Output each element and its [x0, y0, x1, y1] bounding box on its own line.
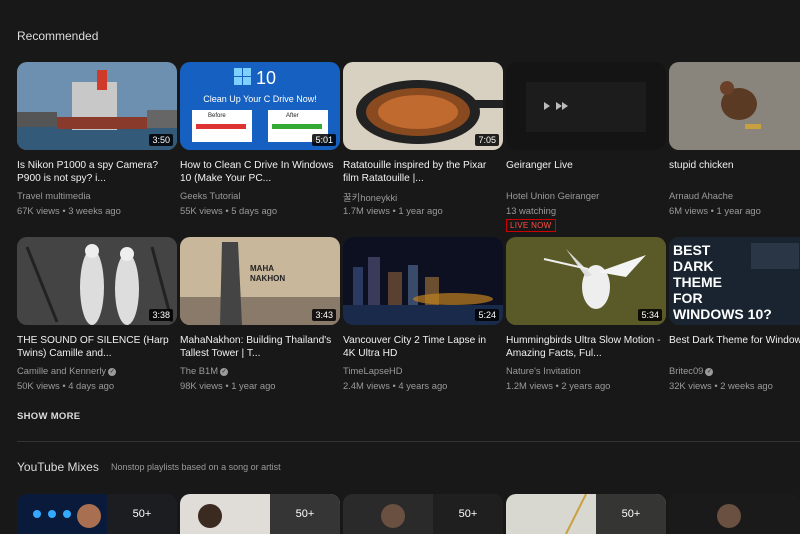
thumb-text-1: BEST	[673, 242, 711, 258]
video-thumbnail[interactable]: 5:34	[506, 237, 666, 325]
mix-card[interactable]: 50+	[180, 494, 340, 534]
video-duration: 7:05	[475, 134, 499, 146]
verified-icon: ✓	[220, 367, 229, 376]
video-duration: 5:34	[638, 309, 662, 321]
mix-card[interactable]: 50+	[17, 494, 177, 534]
video-duration: 3:38	[149, 309, 173, 321]
channel-name[interactable]: 꿀키honeykki	[343, 190, 397, 204]
video-title[interactable]: Best Dark Theme for Windows 10	[669, 334, 800, 347]
channel-name[interactable]: Camille and Kennerly ✓	[17, 365, 117, 376]
video-meta: 6M views • 1 year ago	[669, 205, 761, 216]
video-title[interactable]: Vancouver City 2 Time Lapse in 4K Ultra …	[343, 334, 501, 360]
video-thumbnail[interactable]: 3:38	[17, 237, 177, 325]
video-meta: 1.2M views • 2 years ago	[506, 380, 611, 391]
mix-card[interactable]: 50+	[343, 494, 503, 534]
video-thumbnail[interactable]	[669, 62, 800, 150]
thumb-text-before: Before	[208, 113, 226, 119]
thumb-text-1: MAHA	[250, 264, 274, 273]
video-duration: 3:43	[312, 309, 336, 321]
video-thumbnail[interactable]: 5:24	[343, 237, 503, 325]
channel-name[interactable]: Arnaud Ahache	[669, 190, 733, 201]
video-thumbnail[interactable]: 10 Clean Up Your C Drive Now! Before Aft…	[180, 62, 340, 150]
channel-name[interactable]: The B1M ✓	[180, 365, 229, 376]
video-meta: 55K views • 5 days ago	[180, 205, 278, 216]
video-thumbnail[interactable]: 3:50	[17, 62, 177, 150]
video-duration: 5:01	[312, 134, 336, 146]
video-thumbnail[interactable]: MAHA NAKHON 3:43	[180, 237, 340, 325]
video-meta: 13 watching	[506, 205, 557, 216]
video-meta: 98K views • 1 year ago	[180, 380, 276, 391]
channel-name[interactable]: Hotel Union Geiranger	[506, 190, 599, 201]
mix-card[interactable]	[669, 494, 800, 534]
thumb-text-line: Clean Up Your C Drive Now!	[203, 94, 317, 104]
channel-label: Camille and Kennerly	[17, 365, 107, 376]
video-thumbnail[interactable]: BEST DARK THEME FOR WINDOWS 10?	[669, 237, 800, 325]
video-title[interactable]: Geiranger Live	[506, 159, 664, 172]
video-title[interactable]: MahaNakhon: Building Thailand's Tallest …	[180, 334, 338, 360]
channel-name[interactable]: Britec09 ✓	[669, 365, 714, 376]
channel-name[interactable]: Travel multimedia	[17, 190, 91, 201]
video-meta: 2.4M views • 4 years ago	[343, 380, 448, 391]
video-title[interactable]: Is Nikon P1000 a spy Camera? P900 is not…	[17, 159, 175, 185]
show-more-button[interactable]: SHOW MORE	[17, 411, 80, 422]
mix-count: 50+	[433, 494, 503, 534]
video-duration: 3:50	[149, 134, 173, 146]
thumb-text-3: THEME	[673, 274, 722, 290]
video-title[interactable]: stupid chicken	[669, 159, 800, 172]
video-meta: 1.7M views • 1 year ago	[343, 205, 443, 216]
thumb-text-4: FOR	[673, 290, 703, 306]
video-title[interactable]: THE SOUND OF SILENCE (Harp Twins) Camill…	[17, 334, 175, 360]
video-title[interactable]: Hummingbirds Ultra Slow Motion - Amazing…	[506, 334, 664, 360]
mixes-heading: YouTube Mixes	[17, 460, 99, 474]
video-meta: 32K views • 2 weeks ago	[669, 380, 773, 391]
mix-count: 50+	[107, 494, 177, 534]
video-thumbnail[interactable]	[506, 62, 666, 150]
mixes-subtitle: Nonstop playlists based on a song or art…	[111, 462, 281, 472]
channel-label: The B1M	[180, 365, 219, 376]
mix-card[interactable]: 50+	[506, 494, 666, 534]
channel-name[interactable]: Nature's Invitation	[506, 365, 581, 376]
recommended-heading: Recommended	[17, 29, 99, 43]
channel-name[interactable]: TimeLapseHD	[343, 365, 403, 376]
mix-count: 50+	[596, 494, 666, 534]
video-duration: 5:24	[475, 309, 499, 321]
thumb-text-2: NAKHON	[250, 274, 285, 283]
video-title[interactable]: How to Clean C Drive In Windows 10 (Make…	[180, 159, 338, 185]
thumb-text-big: 10	[256, 68, 276, 88]
channel-label: Britec09	[669, 365, 704, 376]
video-title[interactable]: Ratatouille inspired by the Pixar film R…	[343, 159, 501, 185]
verified-icon: ✓	[705, 367, 714, 376]
thumb-text-2: DARK	[673, 258, 713, 274]
video-meta: 50K views • 4 days ago	[17, 380, 115, 391]
verified-icon: ✓	[108, 367, 117, 376]
video-meta: 67K views • 3 weeks ago	[17, 205, 121, 216]
live-now-badge: LIVE NOW	[506, 219, 556, 232]
mix-count: 50+	[270, 494, 340, 534]
section-divider	[17, 441, 800, 442]
video-thumbnail[interactable]: 7:05	[343, 62, 503, 150]
thumb-text-after: After	[286, 113, 299, 119]
channel-name[interactable]: Geeks Tutorial	[180, 190, 240, 201]
thumb-text-5: WINDOWS 10?	[673, 306, 772, 322]
